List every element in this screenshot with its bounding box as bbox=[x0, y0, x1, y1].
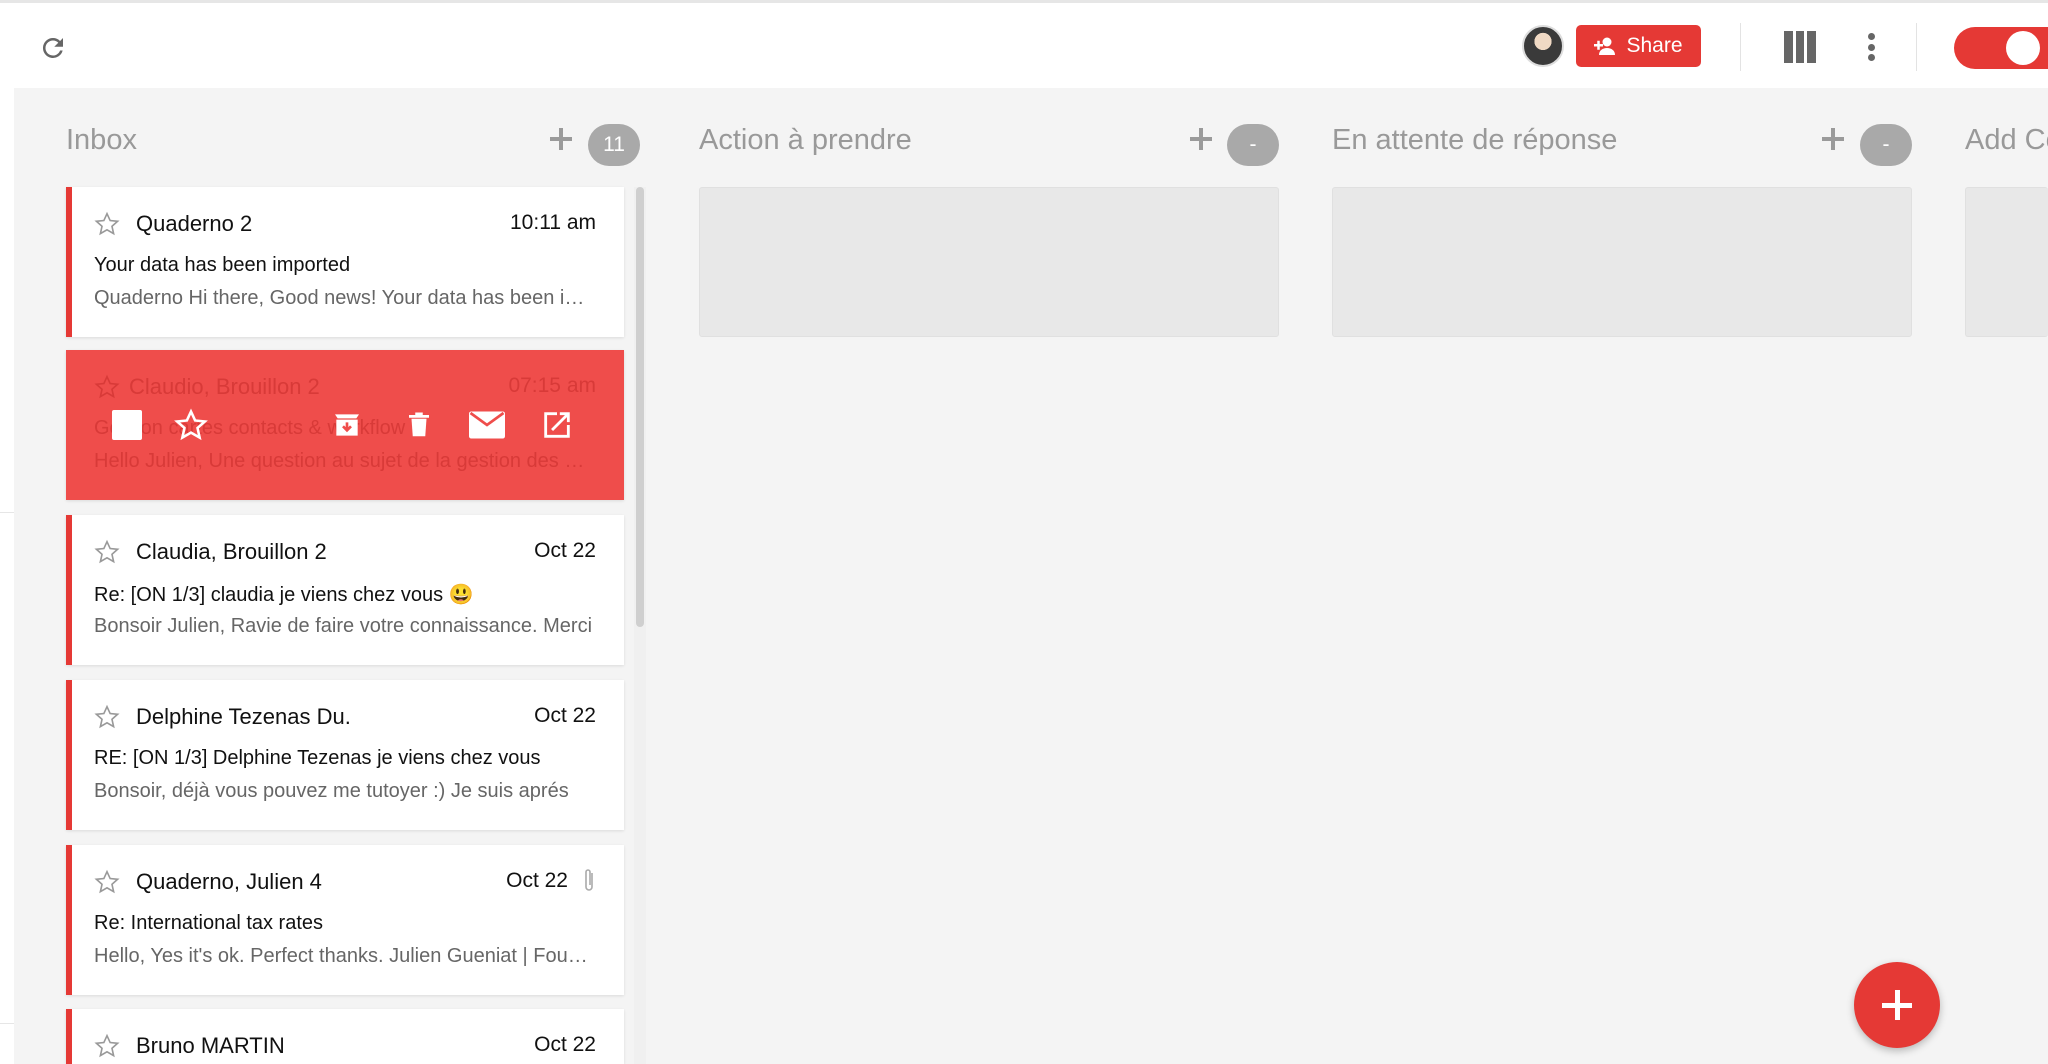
email-time: Oct 22 bbox=[534, 704, 596, 727]
column-count-badge: 11 bbox=[588, 124, 640, 166]
column-drop-zone bbox=[1332, 187, 1912, 337]
email-subject: Your data has been imported bbox=[94, 254, 351, 276]
column-drop-zone bbox=[699, 187, 1279, 337]
star-icon[interactable] bbox=[94, 211, 120, 237]
email-snippet: Hello, Yes it's ok. Perfect thanks. Juli… bbox=[94, 945, 594, 967]
email-card[interactable]: Delphine Tezenas Du. Oct 22 RE: [ON 1/3]… bbox=[66, 680, 624, 830]
toolbar-divider bbox=[1740, 23, 1741, 71]
email-card[interactable]: Quaderno, Julien 4 Oct 22 Re: Internatio… bbox=[66, 845, 624, 995]
columns-icon[interactable] bbox=[1784, 31, 1817, 63]
column-drop-zone bbox=[1965, 187, 2048, 337]
star-icon[interactable] bbox=[94, 869, 120, 895]
email-sender: Quaderno, Julien 4 bbox=[136, 869, 322, 894]
add-card-icon[interactable] bbox=[1186, 124, 1216, 154]
attachment-icon bbox=[585, 869, 593, 891]
email-time: 10:11 am bbox=[510, 211, 596, 234]
email-subject: RE: [ON 1/3] Delphine Tezenas je viens c… bbox=[94, 747, 541, 769]
scrollbar[interactable] bbox=[636, 187, 644, 627]
star-icon[interactable] bbox=[172, 406, 210, 444]
email-time: Oct 22 bbox=[534, 1033, 596, 1056]
email-card-hovered[interactable]: Claudio, Brouillon 2 07:15 am Gestion ca… bbox=[66, 350, 624, 500]
add-card-icon[interactable] bbox=[546, 124, 576, 154]
email-card[interactable]: Bruno MARTIN Oct 22 bbox=[66, 1009, 624, 1064]
email-subject: Re: [ON 1/3] claudia je viens chez vous … bbox=[94, 584, 474, 606]
email-sender: Quaderno 2 bbox=[136, 211, 253, 236]
add-card-icon[interactable] bbox=[1818, 124, 1848, 154]
more-vertical-icon[interactable] bbox=[1864, 29, 1878, 65]
open-external-icon[interactable] bbox=[538, 406, 576, 444]
refresh-icon[interactable] bbox=[36, 31, 70, 65]
share-button-label: Share bbox=[1626, 34, 1683, 57]
column-title-action: Action à prendre bbox=[699, 124, 912, 156]
share-button[interactable]: Share bbox=[1576, 25, 1701, 67]
column-title-waiting: En attente de réponse bbox=[1332, 124, 1618, 156]
side-edge bbox=[0, 512, 14, 1024]
top-toolbar: Share bbox=[0, 0, 2048, 88]
column-title-inbox: Inbox bbox=[66, 124, 137, 156]
column-title-add[interactable]: Add Co bbox=[1965, 124, 2048, 157]
card-hover-actions bbox=[66, 350, 624, 500]
email-sender: Delphine Tezenas Du. bbox=[136, 704, 351, 729]
column-count-badge: - bbox=[1860, 124, 1912, 166]
avatar[interactable] bbox=[1522, 25, 1564, 67]
archive-icon[interactable] bbox=[328, 406, 366, 444]
email-snippet: Bonsoir, déjà vous pouvez me tutoyer :) … bbox=[94, 780, 569, 802]
star-icon[interactable] bbox=[94, 704, 120, 730]
compose-fab-plus-icon[interactable] bbox=[1854, 962, 1940, 1048]
email-snippet: Quaderno Hi there, Good news! Your data … bbox=[94, 287, 594, 309]
column-count-badge: - bbox=[1227, 124, 1279, 166]
mail-icon[interactable] bbox=[468, 406, 506, 444]
trash-icon[interactable] bbox=[400, 406, 438, 444]
email-card[interactable]: Claudia, Brouillon 2 Oct 22 Re: [ON 1/3]… bbox=[66, 515, 624, 665]
checkbox-icon[interactable] bbox=[108, 406, 146, 444]
email-snippet: Bonsoir Julien, Ravie de faire votre con… bbox=[94, 615, 593, 637]
email-time: Oct 22 bbox=[534, 539, 596, 562]
email-sender: Claudia, Brouillon 2 bbox=[136, 539, 327, 564]
add-user-icon bbox=[1594, 37, 1616, 55]
email-subject: Re: International tax rates bbox=[94, 912, 324, 934]
star-icon[interactable] bbox=[94, 539, 120, 565]
email-time: Oct 22 bbox=[506, 869, 568, 892]
email-card[interactable]: Quaderno 2 10:11 am Your data has been i… bbox=[66, 187, 624, 337]
star-icon[interactable] bbox=[94, 1033, 120, 1059]
toolbar-divider bbox=[1916, 23, 1917, 71]
email-sender: Bruno MARTIN bbox=[136, 1033, 285, 1058]
toggle-switch[interactable] bbox=[1954, 27, 2048, 69]
